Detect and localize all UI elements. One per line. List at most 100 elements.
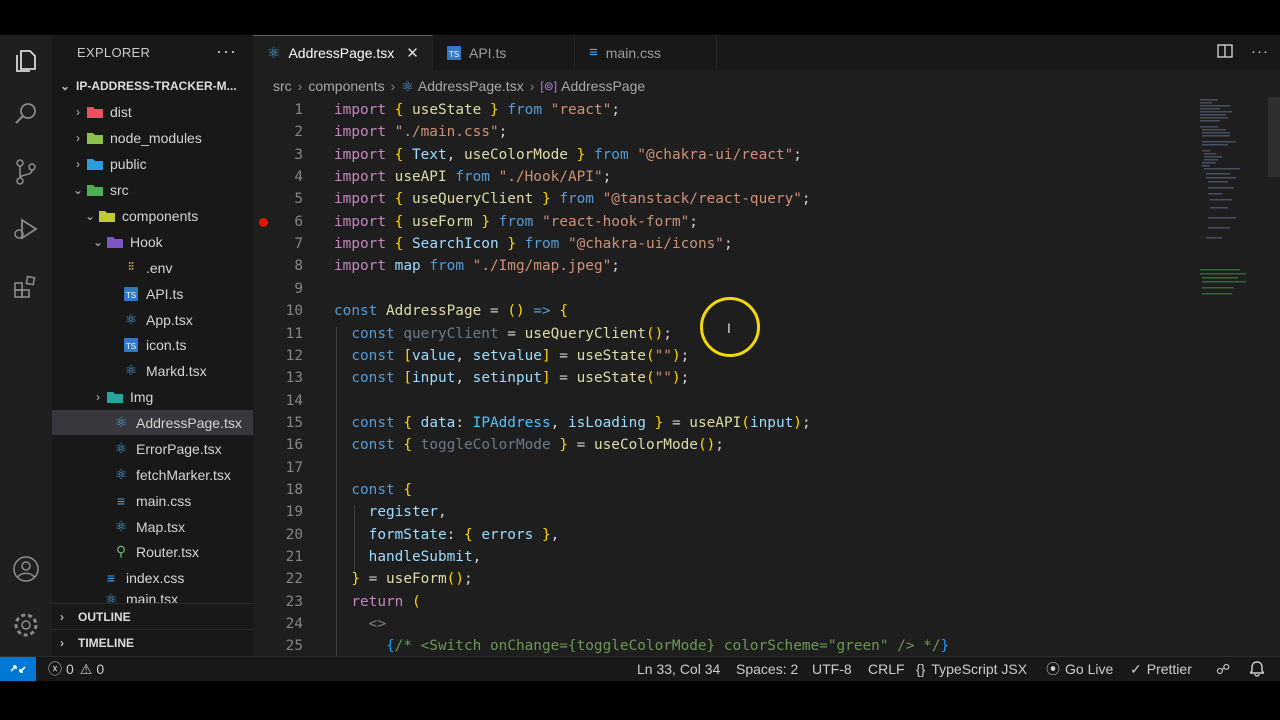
- problems-indicator[interactable]: ⓧ 0 ⚠ 0: [48, 657, 104, 681]
- code-line[interactable]: 17: [253, 457, 1193, 479]
- css-file-icon: ≡: [589, 44, 598, 61]
- code-line[interactable]: 1 import { useState } from "react";: [253, 99, 1193, 121]
- tree-item-img[interactable]: › Img: [52, 384, 253, 409]
- breadcrumb-item[interactable]: src: [273, 78, 292, 94]
- search-icon[interactable]: [0, 90, 52, 138]
- code-line[interactable]: 24 <>: [253, 613, 1193, 635]
- code-line[interactable]: 18 const {: [253, 479, 1193, 501]
- line-number: 11: [285, 325, 303, 342]
- breadcrumb-item[interactable]: AddressPage: [561, 78, 645, 94]
- extensions-icon[interactable]: [0, 263, 52, 311]
- tree-item-main-tsx[interactable]: ⚛ main.tsx: [52, 591, 253, 603]
- code-line[interactable]: 19 register,: [253, 501, 1193, 523]
- language-mode[interactable]: {} TypeScript JSX: [916, 657, 1027, 681]
- tree-item-icon-ts[interactable]: TS icon.ts: [52, 332, 253, 357]
- code-line[interactable]: 13 const [input, setinput] = useState(""…: [253, 367, 1193, 389]
- breadcrumb: src › components › ⚛ AddressPage.tsx › […: [253, 75, 645, 97]
- tab-label: main.css: [605, 44, 661, 61]
- line-number: 17: [285, 459, 303, 476]
- code-text: import { useForm } from "react-hook-form…: [334, 213, 698, 230]
- code-line[interactable]: 5 import { useQueryClient } from "@tansta…: [253, 188, 1193, 210]
- folder-src-icon: [86, 182, 104, 198]
- minimap[interactable]: [1198, 97, 1258, 337]
- code-line[interactable]: 14: [253, 390, 1193, 412]
- tree-item-map-tsx[interactable]: ⚛ Map.tsx: [52, 514, 253, 539]
- close-icon[interactable]: ✕: [406, 44, 419, 62]
- prettier-button[interactable]: ✓ Prettier: [1130, 657, 1192, 681]
- tree-item-router-tsx[interactable]: ⚲ Router.tsx: [52, 539, 253, 564]
- tree-item-public[interactable]: › public: [52, 151, 253, 176]
- tree-item-fetchmarker-tsx[interactable]: ⚛ fetchMarker.tsx: [52, 462, 253, 487]
- go-live-button[interactable]: ⦿ Go Live: [1046, 657, 1113, 681]
- code-line[interactable]: 4 import useAPI from "./Hook/API";: [253, 166, 1193, 188]
- encoding[interactable]: UTF-8: [812, 657, 852, 681]
- cursor-position[interactable]: Ln 33, Col 34: [637, 657, 720, 681]
- code-line[interactable]: 21 handleSubmit,: [253, 546, 1193, 568]
- tab-api-ts[interactable]: TS API.ts: [433, 35, 575, 70]
- tree-item-main-css[interactable]: ≡ main.css: [52, 488, 253, 513]
- account-icon[interactable]: [0, 545, 52, 593]
- code-line[interactable]: 20 formState: { errors },: [253, 524, 1193, 546]
- code-line[interactable]: 23 return (: [253, 591, 1193, 613]
- tree-item-label: components: [122, 207, 199, 224]
- tree-item-hook[interactable]: ⌄ Hook: [52, 229, 253, 254]
- tree-item-errorpage-tsx[interactable]: ⚛ ErrorPage.tsx: [52, 436, 253, 461]
- breadcrumb-item[interactable]: components: [308, 78, 384, 94]
- explorer-icon[interactable]: [0, 37, 52, 85]
- code-line[interactable]: 25 {/* <Switch onChange={toggleColorMode…: [253, 635, 1193, 657]
- tree-item-markd-tsx[interactable]: ⚛ Markd.tsx: [52, 358, 253, 383]
- source-control-icon[interactable]: [0, 148, 52, 196]
- indentation[interactable]: Spaces: 2: [736, 657, 798, 681]
- tree-item-label: index.css: [126, 569, 185, 586]
- code-line[interactable]: 8 import map from "./Img/map.jpeg";: [253, 255, 1193, 277]
- code-line[interactable]: 3 import { Text, useColorMode } from "@ch…: [253, 144, 1193, 166]
- line-number: 13: [285, 370, 303, 387]
- tree-item-dist[interactable]: › dist: [52, 99, 253, 124]
- vertical-scrollbar[interactable]: [1268, 97, 1280, 177]
- tree-item-node-modules[interactable]: › node_modules: [52, 125, 253, 150]
- tree-item-label: Markd.tsx: [146, 362, 207, 379]
- settings-gear-icon[interactable]: [0, 601, 52, 649]
- svg-text:TS: TS: [126, 291, 136, 300]
- tree-item-index-css[interactable]: ≡ index.css: [52, 565, 253, 590]
- code-text: const [value, setvalue] = useState("");: [351, 347, 690, 364]
- line-number: 16: [285, 437, 303, 454]
- more-actions-icon[interactable]: ···: [1251, 43, 1269, 60]
- end-of-line[interactable]: CRLF: [868, 657, 905, 681]
- tree-item-addresspage-tsx[interactable]: ⚛ AddressPage.tsx: [52, 410, 253, 435]
- code-line[interactable]: 6 import { useForm } from "react-hook-for…: [253, 211, 1193, 233]
- tab-main-css[interactable]: ≡ main.css: [575, 35, 717, 70]
- split-editor-icon[interactable]: [1217, 43, 1233, 63]
- text-cursor-icon: I: [727, 320, 731, 336]
- timeline-section[interactable]: › TIMELINE: [52, 629, 253, 655]
- more-actions-icon[interactable]: ···: [216, 41, 237, 62]
- tree-item-components[interactable]: ⌄ components: [52, 203, 253, 228]
- code-text: const queryClient = useQueryClient();: [351, 325, 672, 342]
- react-file-icon: ⚛: [114, 518, 128, 534]
- tree-item-api-ts[interactable]: TS API.ts: [52, 281, 253, 306]
- vscode-window: EXPLORER ··· ⌄ IP-ADDRESS-TRACKER-M... ›…: [0, 35, 1280, 681]
- outline-section[interactable]: › OUTLINE: [52, 603, 253, 629]
- code-text: import { useState } from "react";: [334, 102, 620, 118]
- code-text: formState: { errors },: [368, 526, 560, 543]
- code-line[interactable]: 22 } = useForm();: [253, 568, 1193, 590]
- tree-item-src[interactable]: ⌄ src: [52, 177, 253, 202]
- tab-addresspage-tsx[interactable]: ⚛ AddressPage.tsx ✕: [253, 35, 433, 70]
- notifications-bell-icon[interactable]: [1250, 657, 1264, 681]
- code-line[interactable]: 2 import "./main.css";: [253, 121, 1193, 143]
- tree-item-env[interactable]: ⫶⫶ .env: [52, 255, 253, 280]
- code-line[interactable]: 16 const { toggleColorMode } = useColorM…: [253, 434, 1193, 456]
- run-debug-icon[interactable]: [0, 205, 52, 253]
- chevron-right-icon: ›: [76, 130, 80, 145]
- tree-item-label: ErrorPage.tsx: [136, 440, 222, 457]
- feedback-icon[interactable]: ☍: [1216, 657, 1230, 681]
- project-root[interactable]: ⌄ IP-ADDRESS-TRACKER-M...: [52, 75, 253, 97]
- code-text: import useAPI from "./Hook/API";: [334, 169, 612, 186]
- tree-item-app-tsx[interactable]: ⚛ App.tsx: [52, 307, 253, 332]
- code-line[interactable]: 7 import { SearchIcon } from "@chakra-ui/…: [253, 233, 1193, 255]
- code-line[interactable]: 15 const { data: IPAddress, isLoading } …: [253, 412, 1193, 434]
- breadcrumb-item[interactable]: AddressPage.tsx: [418, 78, 524, 94]
- tree-item-label: AddressPage.tsx: [136, 414, 242, 431]
- code-line[interactable]: 9: [253, 278, 1193, 300]
- remote-indicator[interactable]: [0, 657, 36, 681]
